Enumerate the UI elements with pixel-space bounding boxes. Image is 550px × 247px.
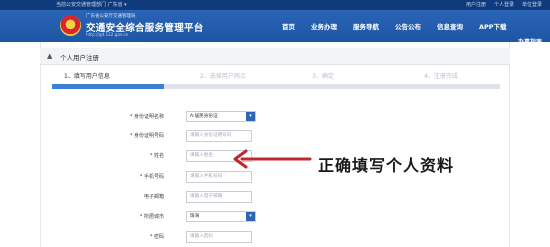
- nav-app-download[interactable]: APP下载: [471, 20, 515, 34]
- form-row-email: 电子邮箱 请输入电子邮箱: [40, 191, 510, 205]
- form-row-password: * 密码 请输入密码: [40, 231, 510, 245]
- nav-guide[interactable]: 办事指南: [518, 37, 542, 46]
- form-row-id-type: * 身份证明名称 A:居民身份证 ▾: [40, 111, 510, 125]
- id-type-select[interactable]: A:居民身份证 ▾: [186, 111, 256, 122]
- step-label: 4、注册完成: [424, 73, 458, 80]
- chevron-down-icon: ▾: [246, 212, 255, 221]
- personal-login-link[interactable]: 个人登录: [494, 0, 514, 10]
- nav-business[interactable]: 业务办理: [303, 20, 345, 34]
- account-links: 用户注册 个人登录 单位登录: [466, 0, 542, 10]
- name-label: * 姓名: [149, 153, 164, 159]
- id-number-label: * 身份证明号码: [129, 133, 164, 139]
- register-link[interactable]: 用户注册: [466, 0, 486, 10]
- phone-label: * 手机号码: [139, 174, 164, 180]
- phone-input[interactable]: 请输入手机号码: [186, 171, 252, 183]
- nav-inquiry[interactable]: 信息查询: [429, 20, 471, 34]
- company-login-link[interactable]: 单位登录: [522, 0, 542, 10]
- step-progress-bar: [276, 84, 388, 89]
- password-input[interactable]: 请输入密码: [186, 231, 252, 243]
- step-label: 3、确定: [312, 73, 334, 80]
- step-choose-outlet: 2、选择用户网点: [164, 68, 276, 90]
- step-label: 2、选择用户网点: [200, 73, 246, 80]
- site-subtitle: 广东省公安厅交通管理局: [86, 14, 136, 19]
- city-label: * 所居城市: [139, 214, 164, 220]
- step-progress-bar: [52, 84, 164, 89]
- form-row-id-number: * 身份证明号码 请输入身份证明号码: [40, 130, 510, 144]
- page-title: 个人用户注册: [60, 54, 99, 62]
- id-type-label: * 身份证明名称: [129, 114, 164, 120]
- nav-service-guide[interactable]: 服务导航: [345, 20, 387, 34]
- top-utility-bar: 当前公安交通管理部门 广东省 ▾ 用户注册 个人登录 单位登录: [0, 0, 550, 10]
- triangle-icon: ▲: [47, 52, 53, 60]
- site-url: http://gd.122.gov.cn: [86, 32, 129, 37]
- id-type-value: A:居民身份证: [190, 114, 218, 119]
- city-select[interactable]: 珠海 ▾: [186, 211, 256, 222]
- police-emblem-icon: [60, 15, 81, 36]
- nav-announcements[interactable]: 公告公布: [387, 20, 429, 34]
- id-number-input[interactable]: 请输入身份证明号码: [186, 130, 252, 142]
- nav-home[interactable]: 首页: [274, 20, 303, 34]
- step-confirm: 3、确定: [276, 68, 388, 90]
- form-row-city: * 所居城市 珠海 ▾: [40, 211, 510, 225]
- chevron-down-icon: ▾: [246, 112, 255, 121]
- region-selector[interactable]: 当前公安交通管理部门 广东省 ▾: [56, 0, 127, 10]
- step-fill-info: 1、填写用户信息: [52, 68, 164, 90]
- step-complete: 4、注册完成: [388, 68, 500, 90]
- email-input[interactable]: 请输入电子邮箱: [186, 191, 252, 203]
- step-label: 1、填写用户信息: [64, 73, 110, 80]
- registration-steps: 1、填写用户信息 2、选择用户网点 3、确定 4、注册完成: [52, 68, 500, 90]
- email-label: 电子邮箱: [143, 194, 164, 200]
- step-progress-bar: [388, 84, 500, 89]
- page-title-bar: ▲ 个人用户注册: [40, 48, 510, 65]
- password-label: * 密码: [149, 234, 164, 240]
- step-progress-bar: [164, 84, 276, 89]
- main-nav: 首页 业务办理 服务导航 公告公布 信息查询 APP下载: [274, 20, 515, 34]
- city-value: 珠海: [190, 214, 200, 219]
- site-header: 广东省公安厅交通管理局 交通安全综合服务管理平台 http://gd.122.g…: [0, 10, 550, 46]
- annotation-text: 正确填写个人资料: [318, 156, 455, 175]
- left-arrow-icon: [233, 149, 312, 169]
